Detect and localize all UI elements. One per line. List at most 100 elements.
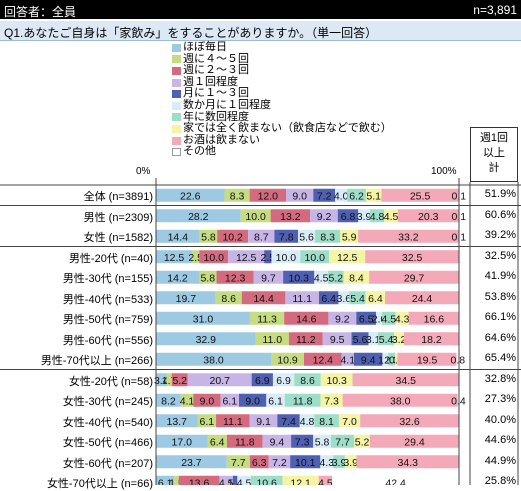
data-label: 10.1 [295,457,316,469]
data-label: 24.4 [412,293,433,305]
stacked-bar-chart: 22.68.312.09.07.24.06.25.125.50.128.210.… [0,0,521,485]
data-label: 25.5 [410,190,431,202]
data-label: 4.8 [300,416,315,428]
data-label: 32.5 [402,252,423,264]
data-label: 9.0 [292,190,307,202]
data-label: 6.1 [199,416,214,428]
data-label: 12.5 [236,252,257,264]
data-label: 38.0 [390,395,411,407]
data-label: 9.0 [200,395,215,407]
data-label: 5.9 [342,231,357,243]
data-label: 4.1 [180,395,195,407]
data-label: 5.4 [350,293,365,305]
data-label: 17.0 [172,436,193,448]
data-label: 32.9 [196,334,217,346]
data-label: 34.3 [398,457,419,469]
data-label: 11.1 [223,416,243,428]
data-label: 11.8 [235,436,255,448]
data-label: 5.2 [172,375,187,387]
data-label: 19.7 [176,293,197,305]
data-label: 4.5 [314,272,329,284]
data-label: 10.2 [222,231,243,243]
data-label: 11.3 [257,313,277,325]
data-label: 19.5 [417,354,438,366]
data-label: 12.5 [164,252,185,264]
data-label: 9.7 [261,272,276,284]
data-label: 6.8 [341,211,356,223]
data-label: 14.4 [168,231,189,243]
data-label: 4.0 [334,190,349,202]
data-label: 10.3 [326,375,347,387]
data-label: 7.7 [231,457,246,469]
data-label: 12.5 [337,252,358,264]
data-label: 10.6 [256,477,277,485]
data-label: 13.6 [189,477,210,485]
data-label: 23.7 [181,457,202,469]
data-label: 8.4 [349,272,364,284]
data-label: 28.2 [188,211,209,223]
data-label: 42.4 [385,477,406,485]
data-label: 6.3 [252,457,267,469]
data-label: 9.2 [335,313,350,325]
data-label: 12.3 [225,272,246,284]
data-label: 9.5 [330,334,345,346]
data-label: 5.2 [355,436,370,448]
data-label: 14.6 [296,313,317,325]
data-label: 8.3 [230,190,245,202]
data-label: 4.1 [340,354,355,366]
data-label: 4.3 [395,313,410,325]
data-label: 9.2 [317,211,332,223]
data-label: 6.1 [268,395,283,407]
data-label: 38.0 [203,354,224,366]
data-label: 31.0 [193,313,214,325]
data-label: 0.4 [451,395,466,407]
data-label: 10.0 [276,252,297,264]
data-label: 7.8 [279,231,294,243]
data-label: 8.6 [300,375,315,387]
data-label: 13.7 [167,416,188,428]
data-label: 5.8 [200,272,215,284]
data-label: 11.8 [293,395,313,407]
data-label: 20.3 [418,211,439,223]
data-label: 18.2 [421,334,442,346]
data-label: 8.2 [161,395,176,407]
data-label: 4.8 [370,211,385,223]
data-label: 34.5 [396,375,417,387]
data-label: 4.5 [318,477,333,485]
data-label: 11.1 [292,293,312,305]
data-label: 14.4 [253,293,274,305]
data-label: 29.7 [404,272,425,284]
data-label: 9.0 [245,395,260,407]
data-label: 33.2 [398,231,419,243]
data-label: 4.5 [384,211,399,223]
data-label: 4.5 [237,477,252,485]
data-label: 9.4 [361,354,376,366]
data-label: 6.2 [349,190,364,202]
data-label: 6.4 [321,293,336,305]
data-label: 3.6 [337,293,352,305]
data-label: 7.3 [295,436,310,448]
data-label: 9.4 [270,436,285,448]
data-label: 6.9 [276,375,291,387]
data-label: 12.1 [290,477,311,485]
data-label: 12.4 [313,354,334,366]
data-label: 3.9 [343,457,358,469]
data-label: 5.8 [315,436,330,448]
data-label: 12.0 [258,190,279,202]
data-label: 9.1 [256,416,271,428]
data-label: 7.4 [281,416,296,428]
data-label: 10.9 [277,354,298,366]
data-label: 6.4 [368,293,383,305]
data-label: 8.7 [254,231,269,243]
data-label: 7.2 [317,190,332,202]
data-label: 6.1 [222,395,237,407]
data-label: 11.0 [262,334,282,346]
data-label: 7.2 [272,457,287,469]
data-label: 22.6 [180,190,201,202]
data-label: 7.7 [335,436,350,448]
data-label: 20.7 [209,375,230,387]
data-label: 10.0 [245,211,266,223]
data-label: 13.2 [280,211,301,223]
data-label: 0.8 [450,354,465,366]
data-label: 5.1 [366,190,381,202]
